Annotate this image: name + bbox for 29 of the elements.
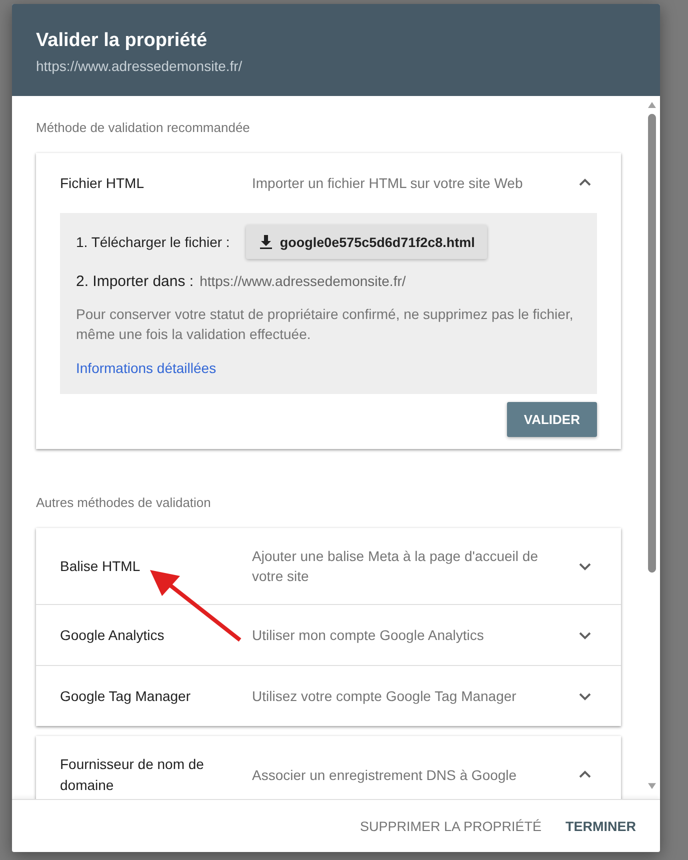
- method-row[interactable]: Google Analytics Utiliser mon compte Google Analytics: [36, 604, 621, 665]
- method-title: Fichier HTML: [60, 174, 146, 192]
- section-heading: Autres méthodes de validation: [36, 495, 211, 510]
- method-row[interactable]: Fichier HTML Importer un fichier HTML sur votre site Web: [36, 153, 621, 213]
- method-description: Utiliser mon compte Google Analytics: [252, 626, 485, 645]
- validate-button[interactable]: VALIDER: [506, 402, 597, 437]
- method-title: Fournisseur de nom de domaine: [60, 755, 205, 795]
- site-url: https://www.adressedemonsite.fr/: [200, 273, 406, 290]
- step-label: 2. Importer dans :: [76, 273, 194, 290]
- method-row[interactable]: Fournisseur de nom de domaine Associer un enregistrement DNS à Google: [36, 736, 621, 799]
- method-row[interactable]: Google Tag Manager Utilisez votre compte Google Tag Manager: [36, 665, 621, 726]
- download-icon: [258, 234, 274, 250]
- delete-property-button[interactable]: SUPPRIMER LA PROPRIÉTÉ: [352, 810, 550, 842]
- note-text: Pour conserver votre statut de propriétaire confirmé, ne supprimez pas le fichier, même une fois la validation effectuée.: [76, 305, 574, 344]
- method-description: Utilisez votre compte Google Tag Manager: [252, 687, 518, 706]
- finish-button[interactable]: TERMINER: [558, 810, 644, 842]
- site-url: https://www.adressedemonsite.fr/: [36, 58, 242, 74]
- method-title: Google Tag Manager: [60, 686, 192, 706]
- method-description: Importer un fichier HTML sur votre site Web: [252, 174, 524, 193]
- method-row[interactable]: Balise HTML Ajouter une balise Meta à la page d'accueil de votre site: [36, 528, 621, 604]
- dialog-title: Valider la propriété: [36, 30, 208, 52]
- method-title: Balise HTML: [60, 556, 142, 576]
- details-link[interactable]: Informations détaillées: [76, 360, 216, 376]
- download-button[interactable]: google0e575c5d6d71f2c8.html: [246, 225, 487, 259]
- step-label: 1. Télécharger le fichier :: [76, 234, 230, 250]
- method-description: Associer un enregistrement DNS à Google: [252, 766, 518, 785]
- method-title: Google Analytics: [60, 626, 166, 645]
- section-heading: Méthode de validation recommandée: [36, 120, 250, 135]
- method-description: Ajouter une balise Meta à la page d'accueil de votre site: [252, 547, 539, 586]
